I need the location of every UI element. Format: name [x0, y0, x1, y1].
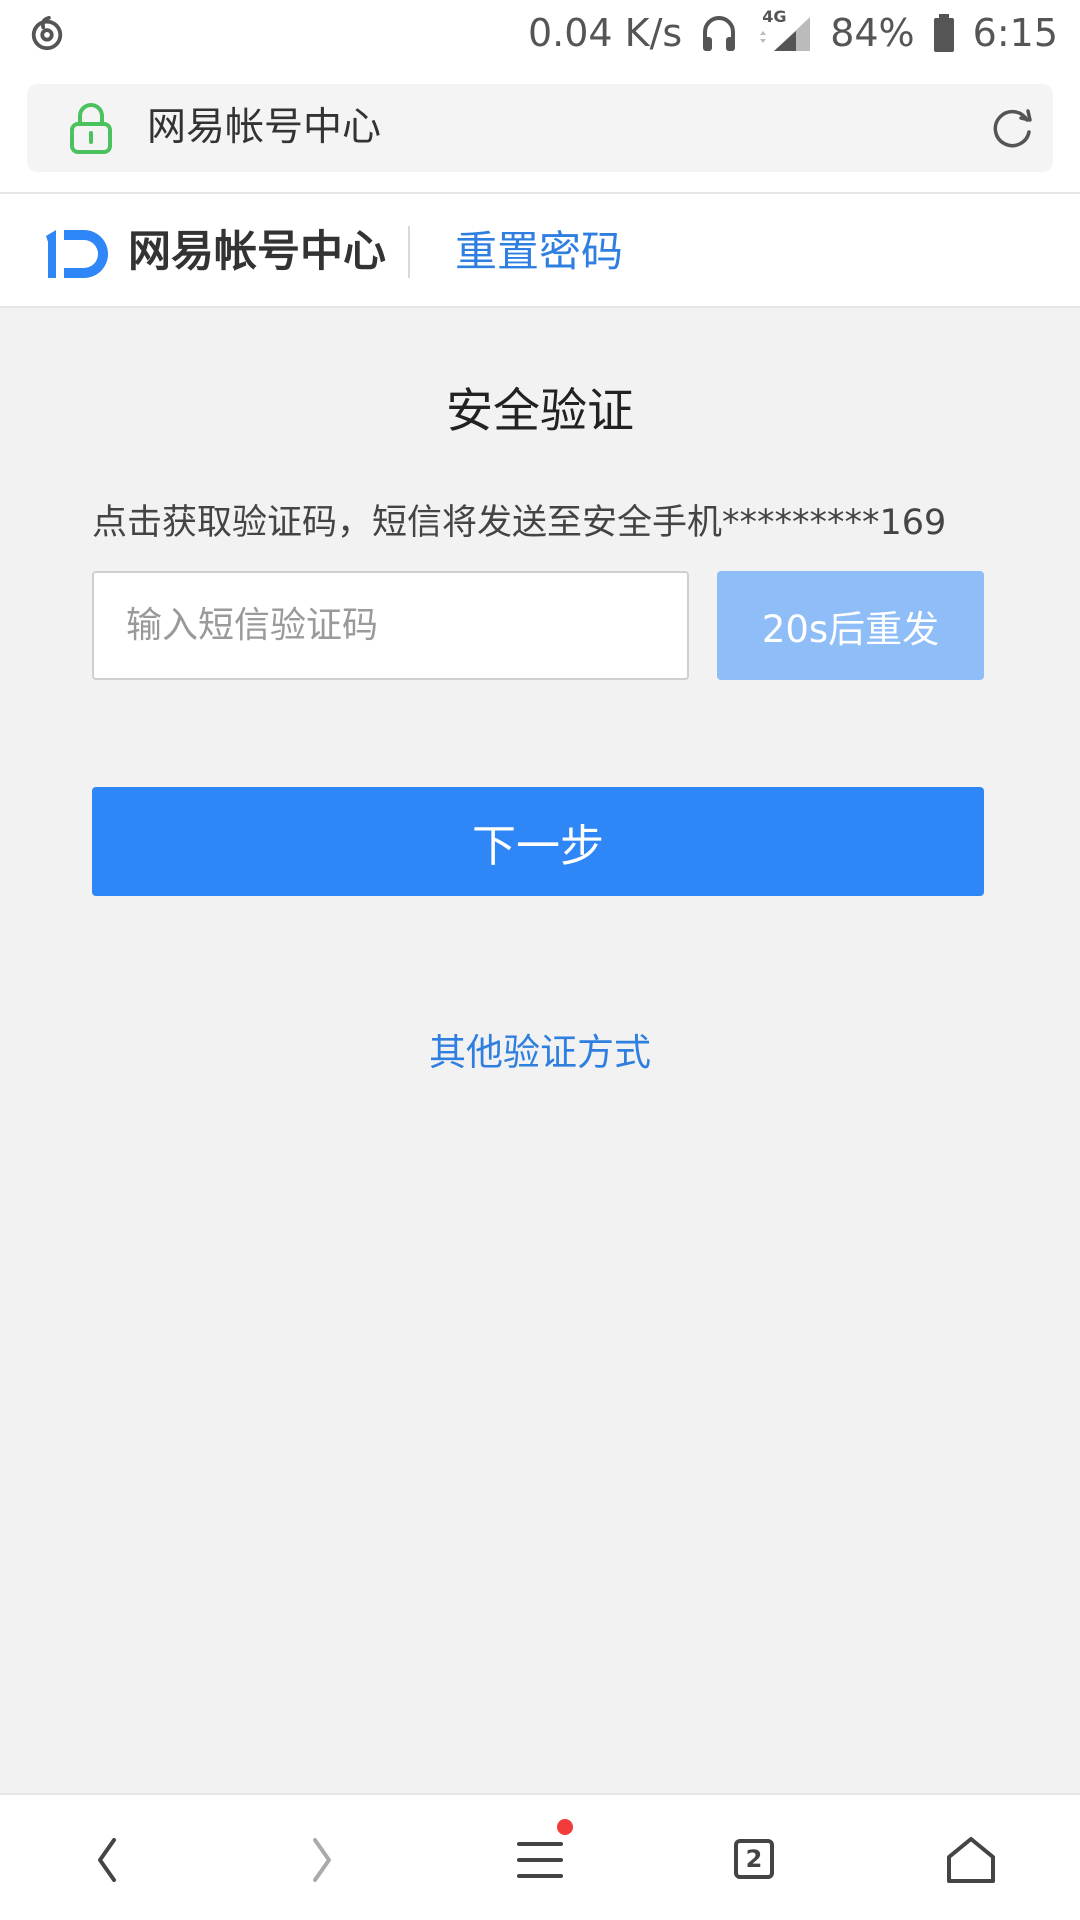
headset-icon: [703, 16, 736, 51]
clock: 6:15: [972, 11, 1058, 55]
tab-count-badge: 2: [734, 1839, 774, 1879]
address-title: 网易帐号中心: [147, 105, 382, 150]
resend-code-button[interactable]: 20s后重发: [717, 571, 984, 680]
sms-hint: 点击获取验证码，短信将发送至安全手机*********169: [92, 503, 947, 543]
net-speed: 0.04 K/s: [527, 11, 683, 55]
status-bar: 0.04 K/s 4G 84% 6:15: [0, 0, 1080, 66]
reload-icon[interactable]: [989, 106, 1035, 152]
netease-id-logo-icon: [46, 230, 108, 278]
browser-toolbar: 网易帐号中心: [0, 66, 1080, 192]
network-type: 4G: [762, 7, 787, 26]
header-subtitle: 重置密码: [455, 227, 624, 276]
sms-code-input[interactable]: [92, 571, 689, 680]
address-bar[interactable]: 网易帐号中心: [27, 84, 1053, 172]
next-step-button[interactable]: 下一步: [92, 787, 984, 896]
notification-dot: [557, 1819, 573, 1835]
lock-icon: [70, 103, 112, 154]
page-title: 安全验证: [446, 384, 634, 439]
nav-home-button[interactable]: [936, 1825, 1006, 1895]
nav-back-button[interactable]: [72, 1825, 142, 1895]
battery-icon: [933, 14, 954, 52]
site-header: 网易帐号中心 重置密码: [0, 192, 1080, 308]
browser-bottom-nav: 2: [0, 1793, 1080, 1920]
signal-group: 4G: [756, 7, 812, 53]
header-divider: [408, 226, 410, 278]
chevron-right-icon: [313, 1838, 331, 1882]
nav-menu-button[interactable]: [505, 1819, 575, 1895]
logo-text: 网易帐号中心: [128, 227, 386, 277]
nav-tabs-button[interactable]: 2: [720, 1825, 790, 1895]
menu-icon: [517, 1842, 563, 1878]
chevron-left-icon: [98, 1838, 116, 1882]
battery-level: 84%: [830, 11, 915, 55]
nav-forward-button[interactable]: [287, 1825, 357, 1895]
netease-music-icon: [31, 15, 63, 51]
home-icon: [947, 1837, 995, 1883]
status-indicators: 0.04 K/s 4G 84% 6:15: [527, 7, 1058, 58]
other-verification-link[interactable]: 其他验证方式: [0, 1028, 1080, 1078]
